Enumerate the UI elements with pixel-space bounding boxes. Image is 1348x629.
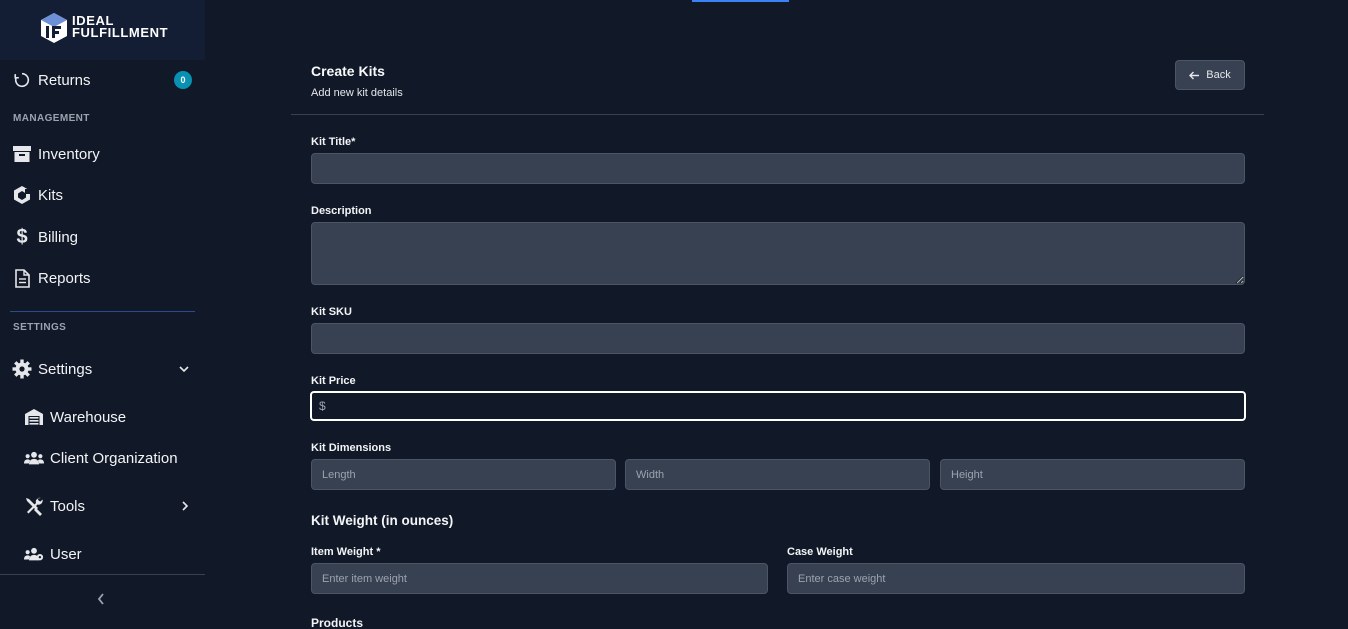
sidebar-item-settings[interactable]: Settings bbox=[12, 355, 197, 383]
kit-title-label: Kit Title* bbox=[311, 136, 356, 148]
section-label-settings: SETTINGS bbox=[13, 322, 67, 333]
gear-icon bbox=[12, 359, 32, 379]
sidebar-item-kits[interactable]: Kits bbox=[12, 181, 63, 209]
sidebar-item-label: Inventory bbox=[38, 145, 100, 163]
sidebar-item-label: User bbox=[50, 545, 82, 563]
returns-count-badge: 0 bbox=[174, 71, 192, 89]
page-subtitle: Add new kit details bbox=[311, 87, 403, 99]
length-input[interactable] bbox=[311, 459, 616, 490]
sidebar-item-inventory[interactable]: Inventory bbox=[12, 140, 100, 168]
sidebar-item-user[interactable]: User bbox=[24, 540, 82, 568]
case-weight-input[interactable] bbox=[787, 563, 1245, 594]
description-label: Description bbox=[311, 205, 372, 217]
dollar-icon: $ bbox=[16, 225, 28, 248]
sidebar-item-client-organization[interactable]: Client Organization bbox=[24, 444, 178, 472]
sidebar-item-label: Kits bbox=[38, 186, 64, 204]
warehouse-icon bbox=[24, 407, 44, 427]
arrow-left-icon bbox=[1189, 71, 1200, 79]
logo-mark-icon bbox=[41, 13, 67, 43]
kit-title-input[interactable] bbox=[311, 153, 1245, 184]
kit-price-label: Kit Price bbox=[311, 375, 356, 387]
sidebar-item-label: Settings bbox=[38, 360, 93, 378]
item-weight-label: Item Weight * bbox=[311, 546, 381, 558]
sidebar-item-warehouse[interactable]: Warehouse bbox=[24, 403, 126, 431]
tools-icon bbox=[24, 496, 44, 516]
sidebar-item-tools[interactable]: Tools bbox=[24, 492, 85, 520]
chevron-left-icon bbox=[97, 593, 104, 605]
collapse-sidebar-button[interactable] bbox=[96, 592, 110, 610]
logo[interactable]: IDEAL FULFILLMENT bbox=[0, 0, 205, 60]
back-button[interactable]: Back bbox=[1175, 60, 1245, 90]
sidebar-item-billing[interactable]: $ Billing bbox=[12, 223, 78, 251]
item-weight-input[interactable] bbox=[311, 563, 768, 594]
refresh-icon bbox=[12, 70, 32, 90]
kit-weight-heading: Kit Weight (in ounces) bbox=[311, 513, 454, 528]
kit-sku-input[interactable] bbox=[311, 323, 1245, 354]
chevron-down-icon[interactable] bbox=[179, 362, 189, 376]
sidebar-item-reports[interactable]: Reports bbox=[12, 264, 91, 292]
sidebar-divider bbox=[10, 311, 195, 312]
kit-dimensions-label: Kit Dimensions bbox=[311, 442, 392, 454]
products-label: Products bbox=[311, 616, 364, 629]
sidebar-item-returns[interactable]: Returns bbox=[12, 66, 91, 94]
cube-icon bbox=[12, 185, 32, 205]
sidebar-item-label: Client Organization bbox=[50, 449, 178, 467]
sidebar-item-label: Warehouse bbox=[50, 408, 127, 426]
sidebar-footer-divider bbox=[0, 574, 205, 575]
users-icon bbox=[24, 448, 44, 468]
height-input[interactable] bbox=[940, 459, 1245, 490]
sidebar-item-label: Billing bbox=[38, 228, 79, 246]
kit-price-input[interactable] bbox=[310, 391, 1246, 421]
chevron-right-icon[interactable] bbox=[181, 500, 189, 514]
sidebar-item-label: Reports bbox=[38, 269, 91, 287]
width-input[interactable] bbox=[625, 459, 930, 490]
document-icon bbox=[12, 268, 32, 288]
logo-text: IDEAL FULFILLMENT bbox=[72, 13, 169, 40]
kit-sku-label: Kit SKU bbox=[311, 306, 352, 318]
section-label-management: MANAGEMENT bbox=[13, 113, 90, 124]
description-textarea[interactable] bbox=[311, 222, 1245, 285]
price-currency-prefix: $ bbox=[319, 399, 326, 413]
archive-icon bbox=[12, 144, 32, 164]
header-divider bbox=[291, 114, 1264, 115]
case-weight-label: Case Weight bbox=[787, 546, 853, 558]
active-tab-indicator bbox=[692, 0, 789, 2]
user-group-icon bbox=[24, 544, 44, 564]
sidebar: IDEAL FULFILLMENT Returns 0 MANAGEMENT I… bbox=[0, 0, 205, 629]
sidebar-item-label: Returns bbox=[38, 71, 91, 89]
back-label: Back bbox=[1206, 69, 1231, 81]
sidebar-item-label: Tools bbox=[50, 497, 86, 515]
page-title: Create Kits bbox=[311, 63, 385, 79]
